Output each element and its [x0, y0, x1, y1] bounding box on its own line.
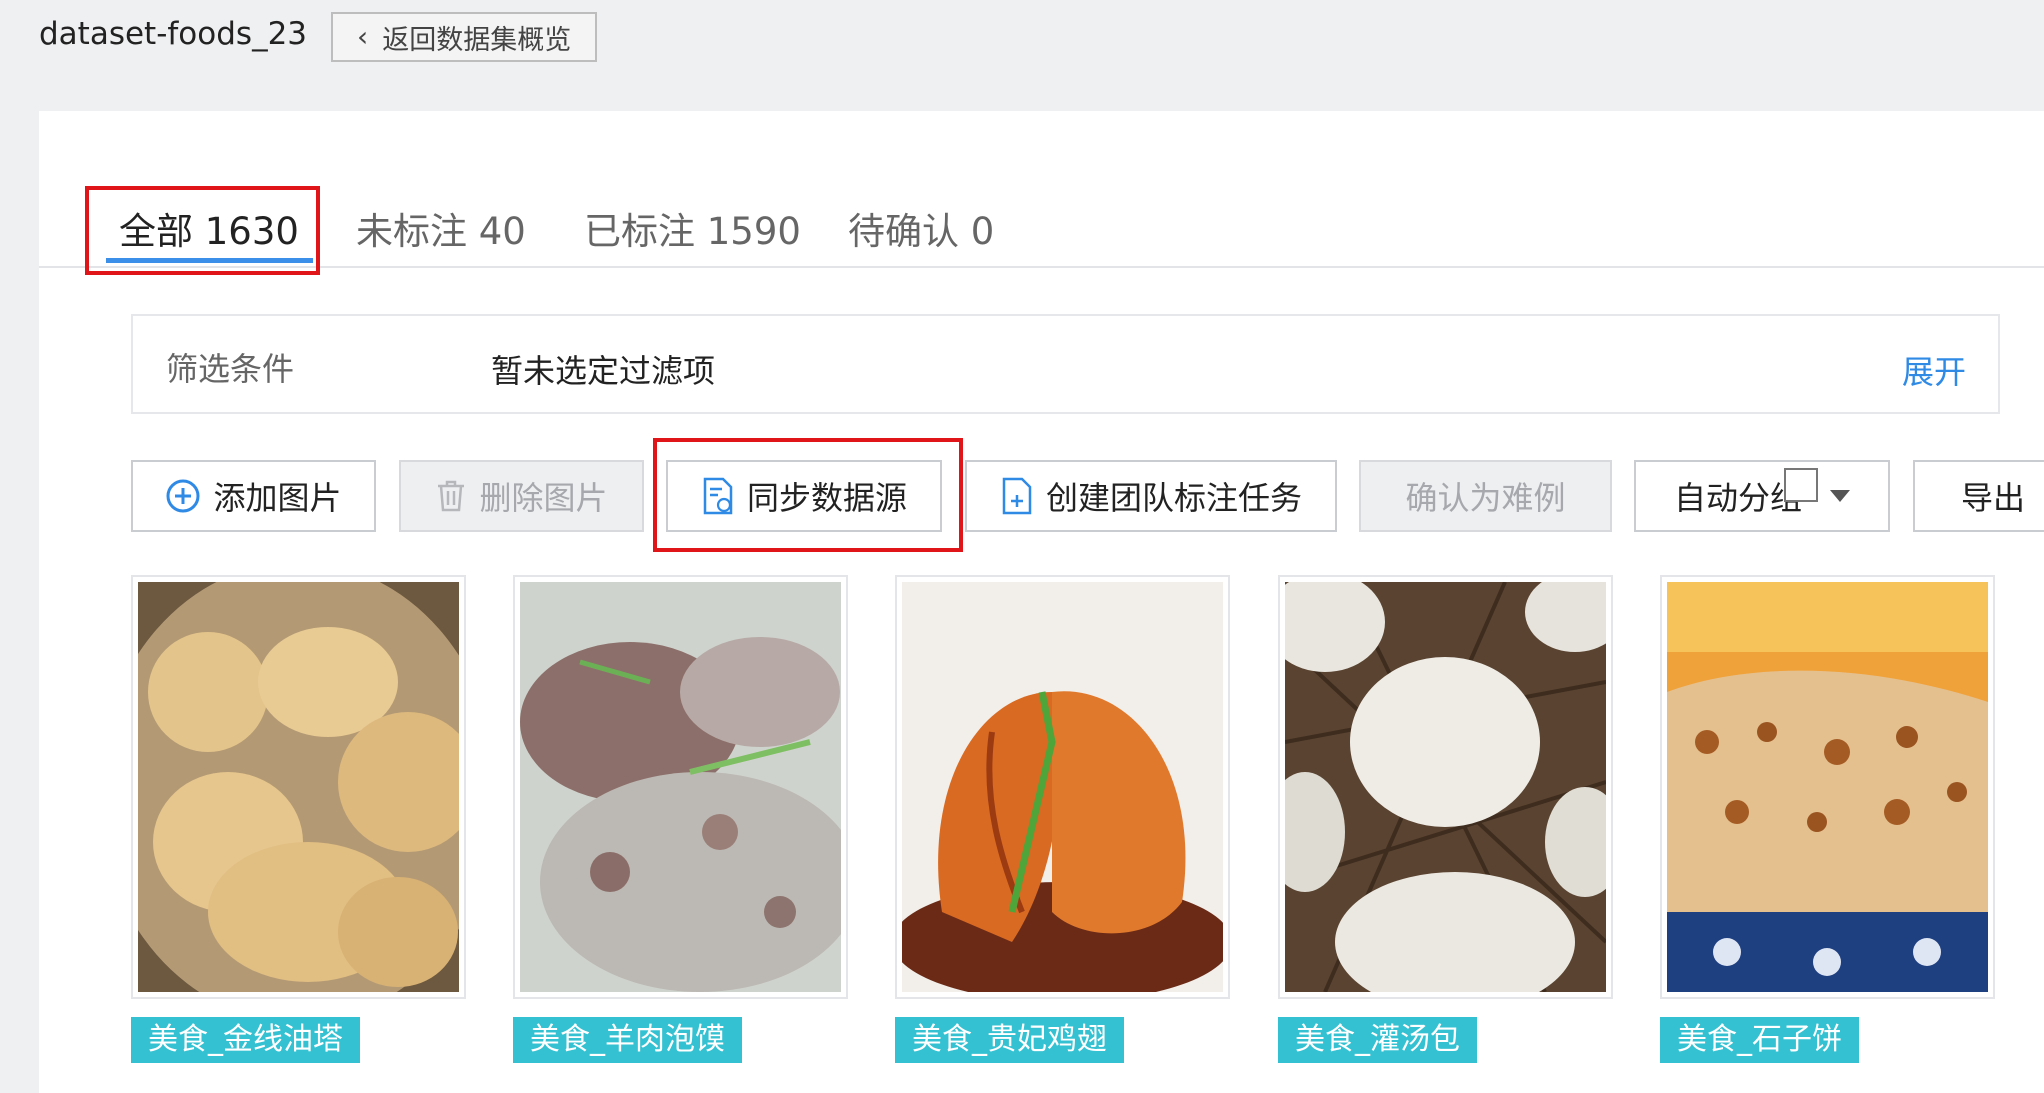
confirm-hard-example-label: 确认为难例: [1405, 479, 1566, 517]
filter-label: 筛选条件: [166, 350, 295, 388]
food-photo-icon: [902, 582, 1223, 992]
status-tabs: 全部 1630 未标注 40 已标注 1590 待确认 0: [39, 111, 2044, 268]
filter-bar: 筛选条件 暂未选定过滤项 展开: [131, 314, 2000, 414]
image-tag: 美食_石子饼: [1660, 1017, 1859, 1063]
image-tag: 美食_羊肉泡馍: [513, 1017, 742, 1063]
delete-images-button[interactable]: 删除图片: [399, 460, 644, 532]
export-label: 导出: [1961, 479, 2026, 517]
dataset-title: dataset-foods_23: [39, 16, 308, 52]
add-images-button[interactable]: 添加图片: [131, 460, 376, 532]
back-to-overview-button[interactable]: ‹ 返回数据集概览: [331, 12, 597, 62]
food-photo-icon: [520, 582, 841, 992]
image-card[interactable]: [1278, 575, 1613, 999]
image-tag: 美食_灌汤包: [1278, 1017, 1477, 1063]
sync-document-icon: [703, 477, 733, 515]
top-bar: dataset-foods_23 ‹ 返回数据集概览: [0, 0, 2044, 90]
add-images-label: 添加图片: [213, 479, 342, 517]
auto-group-dropdown[interactable]: 自动分组: [1634, 460, 1890, 532]
plus-circle-icon: [166, 479, 200, 513]
image-tag: 美食_贵妃鸡翅: [895, 1017, 1124, 1063]
chevron-left-icon: ‹: [357, 20, 369, 53]
back-button-label: 返回数据集概览: [382, 24, 572, 56]
active-tab-underline: [106, 258, 313, 263]
delete-images-label: 删除图片: [479, 479, 608, 517]
tab-all[interactable]: 全部 1630: [119, 201, 299, 255]
tab-to-confirm[interactable]: 待确认 0: [848, 201, 994, 255]
overlay-checkbox[interactable]: [1784, 468, 1818, 502]
new-document-icon: [1002, 477, 1032, 515]
image-card[interactable]: [1660, 575, 1995, 999]
filter-expand-link[interactable]: 展开: [1902, 347, 1966, 393]
image-card[interactable]: [131, 575, 466, 999]
export-button[interactable]: 导出: [1913, 460, 2044, 532]
image-card[interactable]: [895, 575, 1230, 999]
image-tag: 美食_金线油塔: [131, 1017, 360, 1063]
create-team-task-button[interactable]: 创建团队标注任务: [965, 460, 1337, 532]
sync-data-source-label: 同步数据源: [746, 479, 907, 517]
image-card[interactable]: [513, 575, 848, 999]
trash-icon: [438, 480, 465, 512]
tab-labeled[interactable]: 已标注 1590: [584, 201, 801, 255]
confirm-hard-example-button[interactable]: 确认为难例: [1359, 460, 1612, 532]
food-photo-icon: [1667, 582, 1988, 992]
create-team-task-label: 创建团队标注任务: [1045, 479, 1302, 517]
food-photo-icon: [1285, 582, 1606, 992]
main-panel: 全部 1630 未标注 40 已标注 1590 待确认 0 筛选条件 暂未选定过…: [39, 111, 2044, 1093]
caret-down-icon: [1830, 490, 1850, 502]
tab-unlabeled[interactable]: 未标注 40: [356, 201, 526, 255]
filter-value: 暂未选定过滤项: [491, 352, 716, 390]
food-photo-icon: [138, 582, 459, 992]
auto-group-label: 自动分组: [1673, 479, 1802, 517]
sync-data-source-button[interactable]: 同步数据源: [666, 460, 942, 532]
